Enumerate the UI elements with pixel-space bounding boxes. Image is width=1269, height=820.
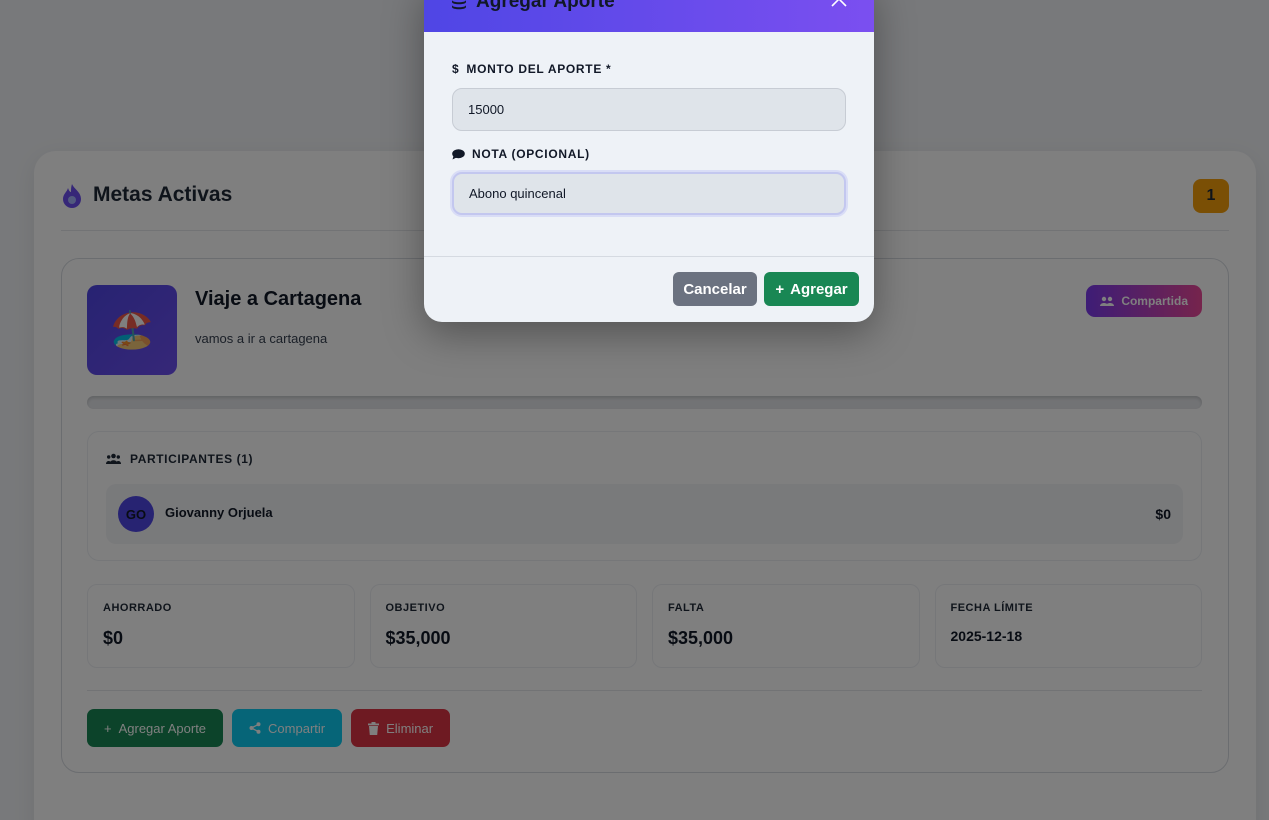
add-contribution-modal: Agregar Aporte $ MONTO DEL APORTE * NOTA…	[424, 0, 874, 322]
modal-header: Agregar Aporte	[424, 0, 874, 32]
note-label: NOTA (OPCIONAL)	[452, 147, 590, 161]
amount-label-text: MONTO DEL APORTE *	[466, 62, 612, 76]
dollar-icon: $	[452, 62, 460, 76]
coins-icon	[452, 0, 466, 10]
modal-footer	[424, 256, 874, 257]
submit-contribution-button[interactable]: + Agregar	[764, 272, 859, 306]
amount-label: $ MONTO DEL APORTE *	[452, 62, 611, 76]
comment-icon	[452, 148, 465, 159]
close-icon[interactable]	[830, 0, 848, 8]
amount-input[interactable]	[452, 88, 846, 131]
submit-label: Agregar	[790, 280, 848, 298]
plus-icon: +	[775, 280, 785, 298]
modal-title: Agregar Aporte	[476, 0, 615, 12]
note-label-text: NOTA (OPCIONAL)	[472, 147, 590, 161]
cancel-button[interactable]: Cancelar	[673, 272, 757, 306]
note-input[interactable]	[452, 172, 846, 215]
